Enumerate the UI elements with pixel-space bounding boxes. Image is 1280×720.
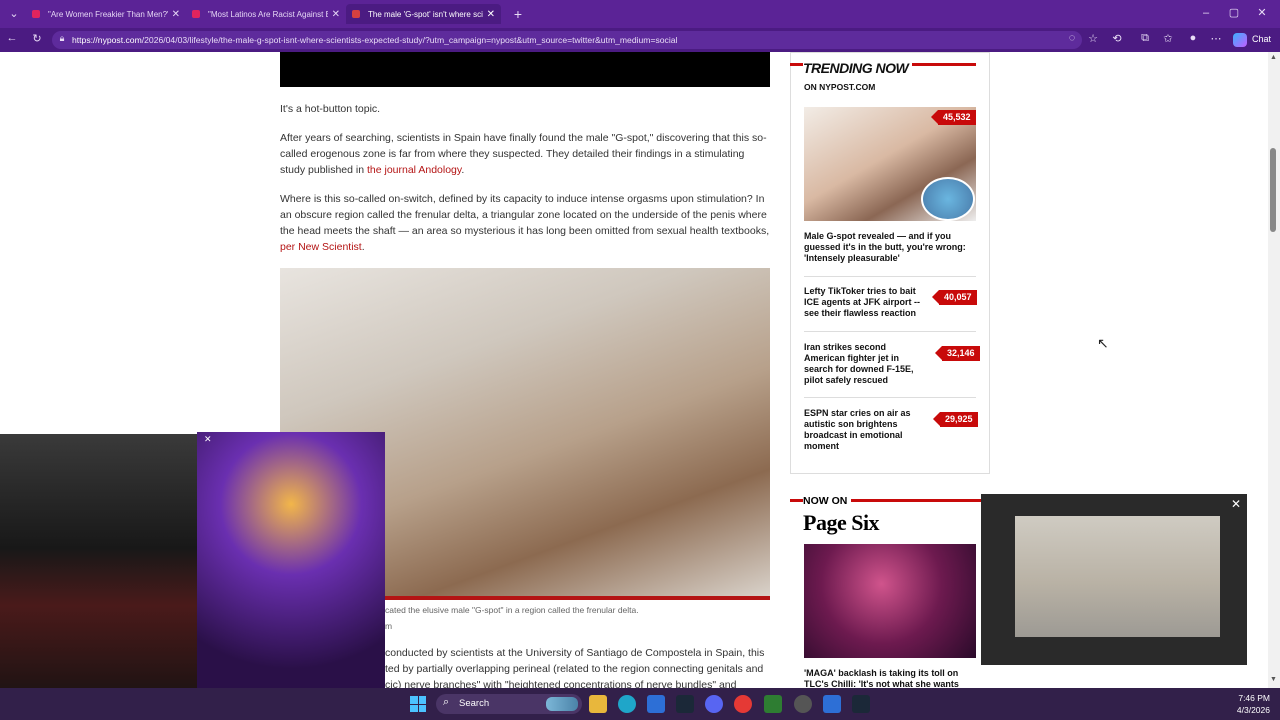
url-domain: https://nypost.com bbox=[72, 35, 142, 45]
trending-count-4: 29,925 bbox=[933, 412, 978, 427]
paragraph-2: After years of searching, scientists in … bbox=[280, 130, 770, 178]
paragraph-3: Where is this so-called on-switch, defin… bbox=[280, 191, 770, 255]
close-tab-icon[interactable]: ✕ bbox=[332, 9, 340, 20]
close-tab-icon[interactable]: ✕ bbox=[172, 9, 180, 20]
taskbar-search-label: Search bbox=[459, 698, 490, 709]
clock-time[interactable]: 7:46 PM bbox=[1225, 693, 1270, 703]
divider bbox=[804, 276, 976, 277]
refresh-icon[interactable]: ↻ bbox=[29, 32, 45, 45]
tab-3-active[interactable]: The male 'G-spot' isn't where scie ✕ bbox=[346, 4, 501, 24]
reader-icon[interactable]: ◌ bbox=[1064, 32, 1080, 44]
back-icon[interactable]: ← bbox=[4, 32, 20, 44]
start-tile bbox=[410, 704, 418, 712]
steam-icon-2[interactable] bbox=[852, 695, 870, 713]
mouse-cursor-icon: ↖ bbox=[1097, 335, 1109, 351]
close-tab-icon[interactable]: ✕ bbox=[487, 9, 495, 20]
trending-count-3: 32,146 bbox=[935, 346, 980, 361]
new-scientist-link[interactable]: per New Scientist bbox=[280, 241, 362, 253]
window-close-icon[interactable]: ✕ bbox=[1254, 6, 1270, 19]
chat-button[interactable]: Chat bbox=[1252, 34, 1271, 44]
steam-icon[interactable] bbox=[676, 695, 694, 713]
url-path: /2026/04/03/lifestyle/the-male-g-spot-is… bbox=[141, 35, 678, 45]
clock-date[interactable]: 4/3/2026 bbox=[1225, 705, 1270, 715]
pagesix-headline[interactable]: 'MAGA' backlash is taking its toll on TL… bbox=[804, 668, 976, 688]
favorite-star-icon[interactable]: ☆ bbox=[1085, 32, 1101, 45]
paragraph-4-line-3: cic) nerve branches" with "heightened co… bbox=[385, 679, 737, 688]
scroll-down-icon[interactable]: ▼ bbox=[1270, 676, 1277, 683]
taskbar bbox=[0, 688, 1280, 720]
url-field[interactable]: https://nypost.com/2026/04/03/lifestyle/… bbox=[52, 31, 1082, 49]
trending-count-2: 40,057 bbox=[932, 290, 977, 305]
start-tile bbox=[410, 696, 418, 704]
app-icon-green[interactable] bbox=[764, 695, 782, 713]
trending-title: TRENDING NOW bbox=[803, 60, 913, 76]
search-highlight-icon bbox=[546, 697, 578, 711]
edge-browser-icon[interactable] bbox=[618, 695, 636, 713]
start-tile bbox=[418, 704, 426, 712]
divider bbox=[804, 331, 976, 332]
overlay-close-icon[interactable]: ✕ bbox=[204, 434, 212, 445]
page-six-logo[interactable]: Page Six bbox=[803, 510, 880, 536]
search-icon: ⌕ bbox=[443, 696, 450, 708]
profile-avatar-icon[interactable]: ● bbox=[1185, 32, 1201, 44]
youtube-favicon-icon bbox=[32, 10, 40, 18]
app-icon-blue[interactable] bbox=[647, 695, 665, 713]
scrollbar-thumb[interactable] bbox=[1270, 148, 1276, 232]
windows-start-icon[interactable] bbox=[410, 696, 426, 712]
tab-2[interactable]: "Most Latinos Are Racist Against B ✕ bbox=[186, 4, 346, 24]
pagesix-photo[interactable] bbox=[804, 544, 976, 658]
more-menu-icon[interactable]: ⋯ bbox=[1208, 32, 1224, 45]
extensions-icon[interactable]: ⟲ bbox=[1109, 32, 1125, 45]
favorites-icon[interactable]: ✩ bbox=[1160, 32, 1176, 45]
photo-caption: cated the elusive male "G-spot" in a reg… bbox=[385, 605, 639, 615]
trending-count-1: 45,532 bbox=[931, 110, 976, 125]
tab-list-chevron-icon[interactable]: ⌄ bbox=[6, 7, 22, 20]
p3-text: Where is this so-called on-switch, defin… bbox=[280, 193, 770, 237]
trending-subtitle: ON NYPOST.COM bbox=[804, 82, 876, 92]
app-icon-red[interactable] bbox=[734, 695, 752, 713]
scroll-up-icon[interactable]: ▲ bbox=[1270, 54, 1277, 61]
andology-link[interactable]: the journal Andology bbox=[367, 164, 461, 176]
photo-credit: m bbox=[385, 621, 393, 631]
tab-1[interactable]: "Are Women Freakier Than Men?" ✕ bbox=[26, 4, 186, 24]
trending-item-4[interactable]: ESPN star cries on air as autistic son b… bbox=[804, 408, 928, 452]
p3-end: . bbox=[361, 241, 365, 253]
trending-item-2[interactable]: Lefty TikToker tries to bait ICE agents … bbox=[804, 286, 928, 319]
maximize-icon[interactable]: ▢ bbox=[1226, 6, 1242, 19]
copilot-icon[interactable] bbox=[1233, 33, 1247, 47]
new-tab-icon[interactable]: + bbox=[510, 6, 526, 22]
start-tile bbox=[418, 696, 426, 704]
paragraph-4-line-1: conducted by scientists at the Universit… bbox=[385, 647, 765, 659]
p2-end: . bbox=[461, 164, 465, 176]
paragraph-4-line-2: ted by partially overlapping perineal (r… bbox=[385, 663, 764, 675]
nypost-favicon-icon bbox=[352, 10, 360, 18]
overlay-character-winged bbox=[197, 432, 385, 720]
floating-video-frame[interactable] bbox=[1015, 516, 1220, 637]
trending-item-1[interactable]: Male G-spot revealed — and if you guesse… bbox=[804, 231, 976, 264]
trending-inset-diagram bbox=[921, 177, 975, 221]
app-icon-blue-2[interactable] bbox=[823, 695, 841, 713]
minimize-icon[interactable]: – bbox=[1198, 7, 1214, 19]
video-player-bottom[interactable] bbox=[280, 52, 770, 87]
p2-text: After years of searching, scientists in … bbox=[280, 132, 767, 176]
divider bbox=[804, 397, 976, 398]
trending-item-3[interactable]: Iran strikes second American fighter jet… bbox=[804, 342, 928, 386]
app-icon-gray[interactable] bbox=[794, 695, 812, 713]
overlay-character-red-hair bbox=[0, 434, 197, 720]
now-on-label: NOW ON bbox=[803, 495, 852, 507]
split-screen-icon[interactable]: ⧉ bbox=[1137, 32, 1153, 45]
lock-icon[interactable]: 🔒︎ bbox=[54, 33, 70, 44]
paragraph-1: It's a hot-button topic. bbox=[280, 103, 381, 115]
close-video-icon[interactable]: ✕ bbox=[1231, 497, 1241, 511]
file-explorer-icon[interactable] bbox=[589, 695, 607, 713]
youtube-favicon-icon bbox=[192, 10, 200, 18]
discord-icon[interactable] bbox=[705, 695, 723, 713]
